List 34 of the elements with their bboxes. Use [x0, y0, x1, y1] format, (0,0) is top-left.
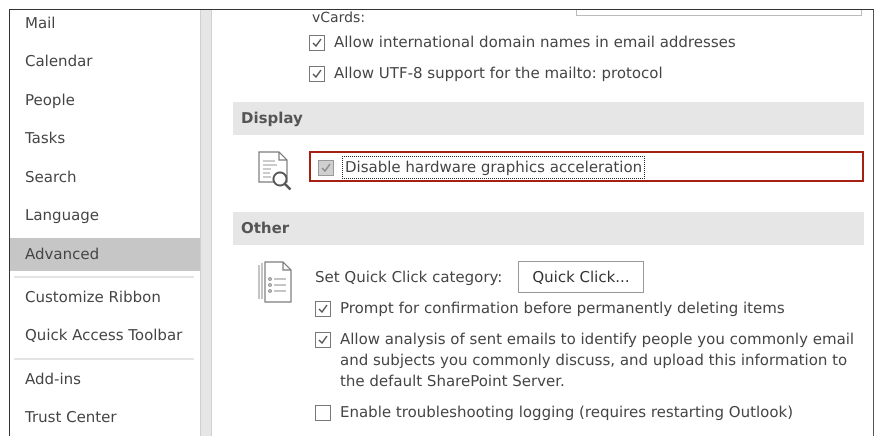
check-icon	[320, 162, 332, 174]
checkbox-label: Allow analysis of sent emails to identify people you commonly email and subjects you commonly discuss, and upload this information to the default SharePoint Server.	[340, 329, 856, 392]
sidebar-item[interactable]: Add-ins	[10, 360, 200, 398]
sidebar-item[interactable]: People	[10, 80, 200, 119]
sidebar-item[interactable]: Mail	[10, 10, 200, 42]
sidebar-item[interactable]: Trust Center	[10, 398, 200, 436]
checkbox-label: Prompt for confirmation before permanently deleting items	[340, 298, 785, 319]
sidebar-item[interactable]: Search	[10, 158, 200, 196]
checkbox-label: Allow international domain names in email addresses	[334, 32, 736, 53]
checkbox[interactable]	[315, 301, 331, 317]
checkbox[interactable]	[309, 66, 325, 82]
section-header: Other	[233, 212, 864, 245]
check-icon	[311, 37, 323, 49]
sidebar-item[interactable]: Advanced	[10, 238, 200, 270]
checkbox-label: Allow UTF-8 support for the mailto: protocol	[334, 63, 663, 84]
option-label: Set Quick Click category:	[315, 268, 502, 286]
scrollbar-track[interactable]	[200, 10, 212, 436]
checkbox[interactable]	[309, 35, 325, 51]
option-label: vCards:	[312, 10, 366, 26]
checkbox-label: Enable troubleshooting logging (requires restarting Outlook)	[340, 402, 794, 423]
sidebar-item[interactable]: Quick Access Toolbar	[10, 316, 200, 354]
sidebar-item[interactable]: Language	[10, 196, 200, 234]
sidebar-item[interactable]: Customize Ribbon	[10, 278, 200, 316]
sidebar-item[interactable]: Tasks	[10, 119, 200, 158]
checkbox-label: Disable hardware graphics acceleration	[343, 157, 644, 178]
checkbox[interactable]	[315, 332, 331, 348]
quick-click-button[interactable]: Quick Click...	[518, 261, 644, 293]
sidebar-item[interactable]: Calendar	[10, 42, 200, 80]
check-icon	[317, 303, 329, 315]
section-header: Display	[233, 102, 864, 135]
checkbox[interactable]	[315, 405, 331, 421]
check-icon	[311, 68, 323, 80]
input-field[interactable]	[576, 10, 862, 16]
check-icon	[317, 334, 329, 346]
